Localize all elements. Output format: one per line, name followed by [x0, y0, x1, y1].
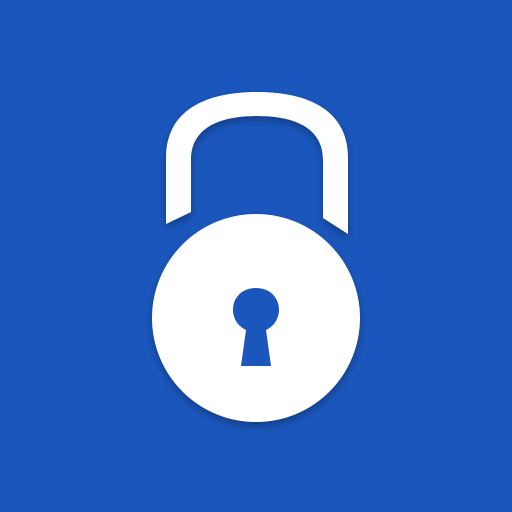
app-icon — [0, 0, 512, 512]
padlock-icon — [0, 0, 512, 512]
